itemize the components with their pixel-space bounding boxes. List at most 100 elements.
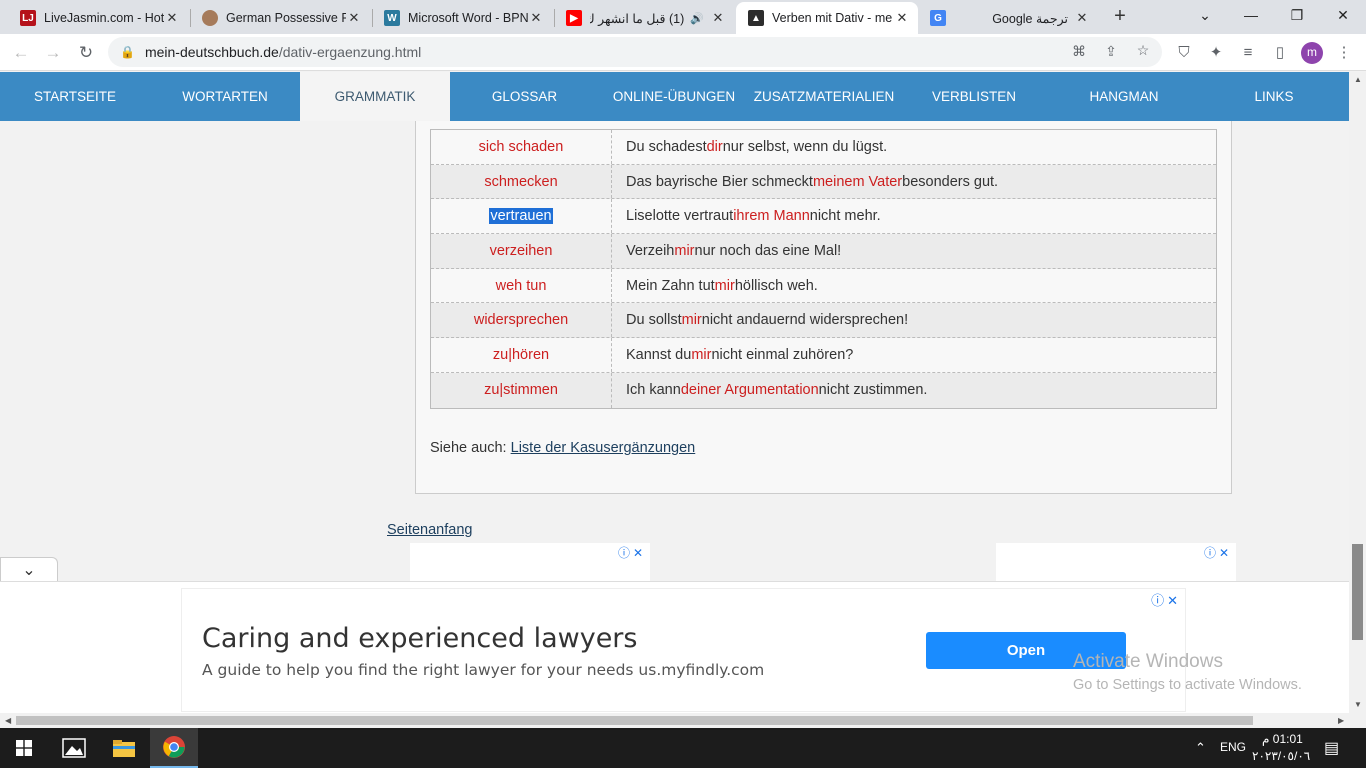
browser-tab[interactable]: LJ LiveJasmin.com - Hot ✕ (8, 2, 188, 34)
close-icon[interactable]: ✕ (528, 10, 544, 26)
verb-cell: sich schaden (431, 130, 612, 164)
side-panel-icon[interactable]: ▯ (1270, 43, 1290, 63)
shield-extension-icon[interactable]: ⛉ (1174, 43, 1194, 63)
table-row: schmecken Das bayrische Bier schmeckt me… (431, 164, 1216, 200)
table-row: widersprechen Du sollst mir nicht andaue… (431, 303, 1216, 339)
url-text[interactable]: mein-deutschbuch.de/dativ-ergaenzung.htm… (145, 44, 421, 60)
lock-icon[interactable]: 🔒 (120, 45, 135, 59)
windows-taskbar: ⌃ ENG 01:01 م ٢٠٢٣/٠٥/٠٦ ▤ (0, 728, 1366, 768)
clock-date[interactable]: ٢٠٢٣/٠٥/٠٦ (1252, 749, 1310, 763)
activate-windows-title: Activate Windows (1073, 651, 1223, 672)
clock-time[interactable]: 01:01 م (1262, 732, 1303, 746)
input-language[interactable]: ENG (1220, 740, 1246, 754)
ad-info-close-icon[interactable]: ⓘ✕ (618, 544, 646, 561)
close-icon[interactable]: ✕ (710, 10, 726, 26)
ad-title[interactable]: Caring and experienced lawyers (202, 623, 637, 654)
collapse-ad-chevron-icon[interactable]: ⌄ (0, 557, 58, 583)
close-icon[interactable]: ✕ (164, 10, 180, 26)
media-control-icon[interactable]: ≡ (1238, 43, 1258, 63)
back-to-top-link[interactable]: Seitenanfang (387, 522, 472, 538)
photos-app-icon[interactable] (50, 728, 98, 768)
horizontal-scroll-thumb[interactable] (16, 716, 1253, 725)
browser-tab[interactable]: W Microsoft Word - BPN ✕ (372, 2, 552, 34)
scroll-left-arrow-icon[interactable]: ◀ (5, 716, 11, 725)
verb-cell: vertrauen (431, 199, 612, 234)
table-row: zu|hören Kannst du mir nicht einmal zuhö… (431, 338, 1216, 373)
example-cell: Das bayrische Bier schmeckt meinem Vater… (626, 173, 999, 190)
nav-online-uebungen[interactable]: Online-Übungen (599, 72, 749, 121)
forward-button[interactable]: → (40, 40, 66, 66)
bookmark-star-icon[interactable]: ☆ (1134, 42, 1152, 60)
tray-chevron-up-icon[interactable]: ⌃ (1195, 740, 1206, 756)
nav-verblisten[interactable]: Verblisten (899, 72, 1049, 121)
tab-title: German Possessive Pr (226, 11, 346, 25)
tab-title: Google ترجمة (992, 11, 1068, 26)
dativ-verb-table: sich schaden Du schadest dir nur selbst,… (430, 129, 1217, 409)
back-button[interactable]: ← (8, 40, 34, 66)
verb-cell: widersprechen (431, 303, 612, 338)
scroll-right-arrow-icon[interactable]: ▶ (1338, 716, 1344, 725)
ad-banner[interactable]: ⓘ✕ Caring and experienced lawyers A guid… (181, 588, 1186, 712)
close-icon[interactable]: ✕ (894, 10, 910, 26)
nav-links[interactable]: Links (1199, 72, 1349, 121)
profile-avatar[interactable]: m (1301, 42, 1323, 64)
vertical-scrollbar[interactable]: ▲ ▼ (1349, 72, 1366, 713)
ad-slot: ⓘ✕ (996, 543, 1236, 581)
share-icon[interactable]: ⇪ (1102, 43, 1120, 61)
windows-start-icon[interactable] (0, 728, 48, 768)
speaker-icon[interactable]: 🔊 (690, 12, 704, 25)
address-bar[interactable]: 🔒 mein-deutschbuch.de/dativ-ergaenzung.h… (108, 37, 1162, 67)
graduation-cap-icon: ▲ (748, 10, 764, 26)
tab-search-icon[interactable]: ⌄ (1182, 0, 1228, 30)
kebab-menu-icon[interactable]: ⋮ (1334, 43, 1354, 63)
google-translate-icon: G (930, 10, 946, 26)
new-tab-button[interactable]: + (1108, 5, 1132, 29)
avatar-favicon-icon (202, 10, 218, 26)
ad-info-close-icon[interactable]: ⓘ✕ (1151, 590, 1181, 609)
close-icon[interactable]: ✕ (1074, 10, 1090, 26)
verb-cell: weh tun (431, 268, 612, 303)
browser-tab-active[interactable]: ▲ Verben mit Dativ - me ✕ (736, 2, 918, 34)
nav-wortarten[interactable]: Wortarten (150, 72, 300, 121)
translate-icon[interactable]: ⌘ (1070, 43, 1088, 61)
tab-title: Verben mit Dativ - me (772, 11, 893, 25)
scroll-up-arrow-icon[interactable]: ▲ (1354, 75, 1362, 84)
browser-toolbar: ← → ↻ 🔒 mein-deutschbuch.de/dativ-ergaen… (0, 34, 1366, 71)
verb-cell: zu|stimmen (431, 372, 612, 408)
browser-tab-strip: LJ LiveJasmin.com - Hot ✕ German Possess… (0, 0, 1366, 34)
verb-cell: schmecken (431, 164, 612, 199)
chrome-app-icon[interactable] (150, 728, 198, 768)
reload-button[interactable]: ↻ (73, 40, 99, 66)
kasusergaenzungen-link[interactable]: Liste der Kasusergänzungen (511, 440, 696, 456)
nav-zusatzmaterialien[interactable]: Zusatzmaterialien (749, 72, 899, 121)
file-explorer-icon[interactable] (100, 728, 148, 768)
close-window-button[interactable]: ✕ (1320, 0, 1366, 30)
anchor-ad: ⓘ✕ Caring and experienced lawyers A guid… (0, 581, 1349, 713)
tab-title: LiveJasmin.com - Hot (44, 11, 164, 25)
vertical-scroll-thumb[interactable] (1352, 544, 1363, 640)
nav-startseite[interactable]: Startseite (0, 72, 150, 121)
table-row: verzeihen Verzeih mir nur noch das eine … (431, 234, 1216, 269)
browser-tab[interactable]: G Google ترجمة ✕ (918, 2, 1098, 34)
table-row: weh tun Mein Zahn tut mir höllisch weh. (431, 268, 1216, 304)
ad-info-close-icon[interactable]: ⓘ✕ (1204, 544, 1232, 561)
example-cell: Liselotte vertraut ihrem Mann nicht mehr… (626, 208, 881, 225)
browser-tab[interactable]: German Possessive Pr ✕ (190, 2, 370, 34)
horizontal-scrollbar[interactable]: ◀ ▶ (0, 713, 1366, 728)
youtube-favicon-icon: ▶ (566, 10, 582, 26)
close-icon[interactable]: ✕ (346, 10, 362, 26)
scroll-down-arrow-icon[interactable]: ▼ (1354, 700, 1362, 709)
nav-glossar[interactable]: Glossar (450, 72, 599, 121)
ad-description[interactable]: A guide to help you find the right lawye… (202, 661, 764, 679)
notification-icon[interactable]: ▤ (1324, 738, 1339, 758)
restore-button[interactable]: ❐ (1274, 0, 1320, 30)
site-navigation: Startseite Wortarten Grammatik Glossar O… (0, 72, 1349, 121)
selected-text[interactable]: vertrauen (489, 208, 553, 225)
nav-grammatik[interactable]: Grammatik (300, 72, 450, 121)
puzzle-extensions-icon[interactable]: ✦ (1206, 43, 1226, 63)
url-path: /dativ-ergaenzung.html (278, 44, 422, 60)
nav-hangman[interactable]: Hangman (1049, 72, 1199, 121)
tab-title: Microsoft Word - BPN (408, 11, 528, 25)
minimize-button[interactable]: — (1228, 0, 1274, 30)
browser-tab[interactable]: ▶ (1) قبل ما انشهر ك 🔊 ✕ (554, 2, 734, 34)
